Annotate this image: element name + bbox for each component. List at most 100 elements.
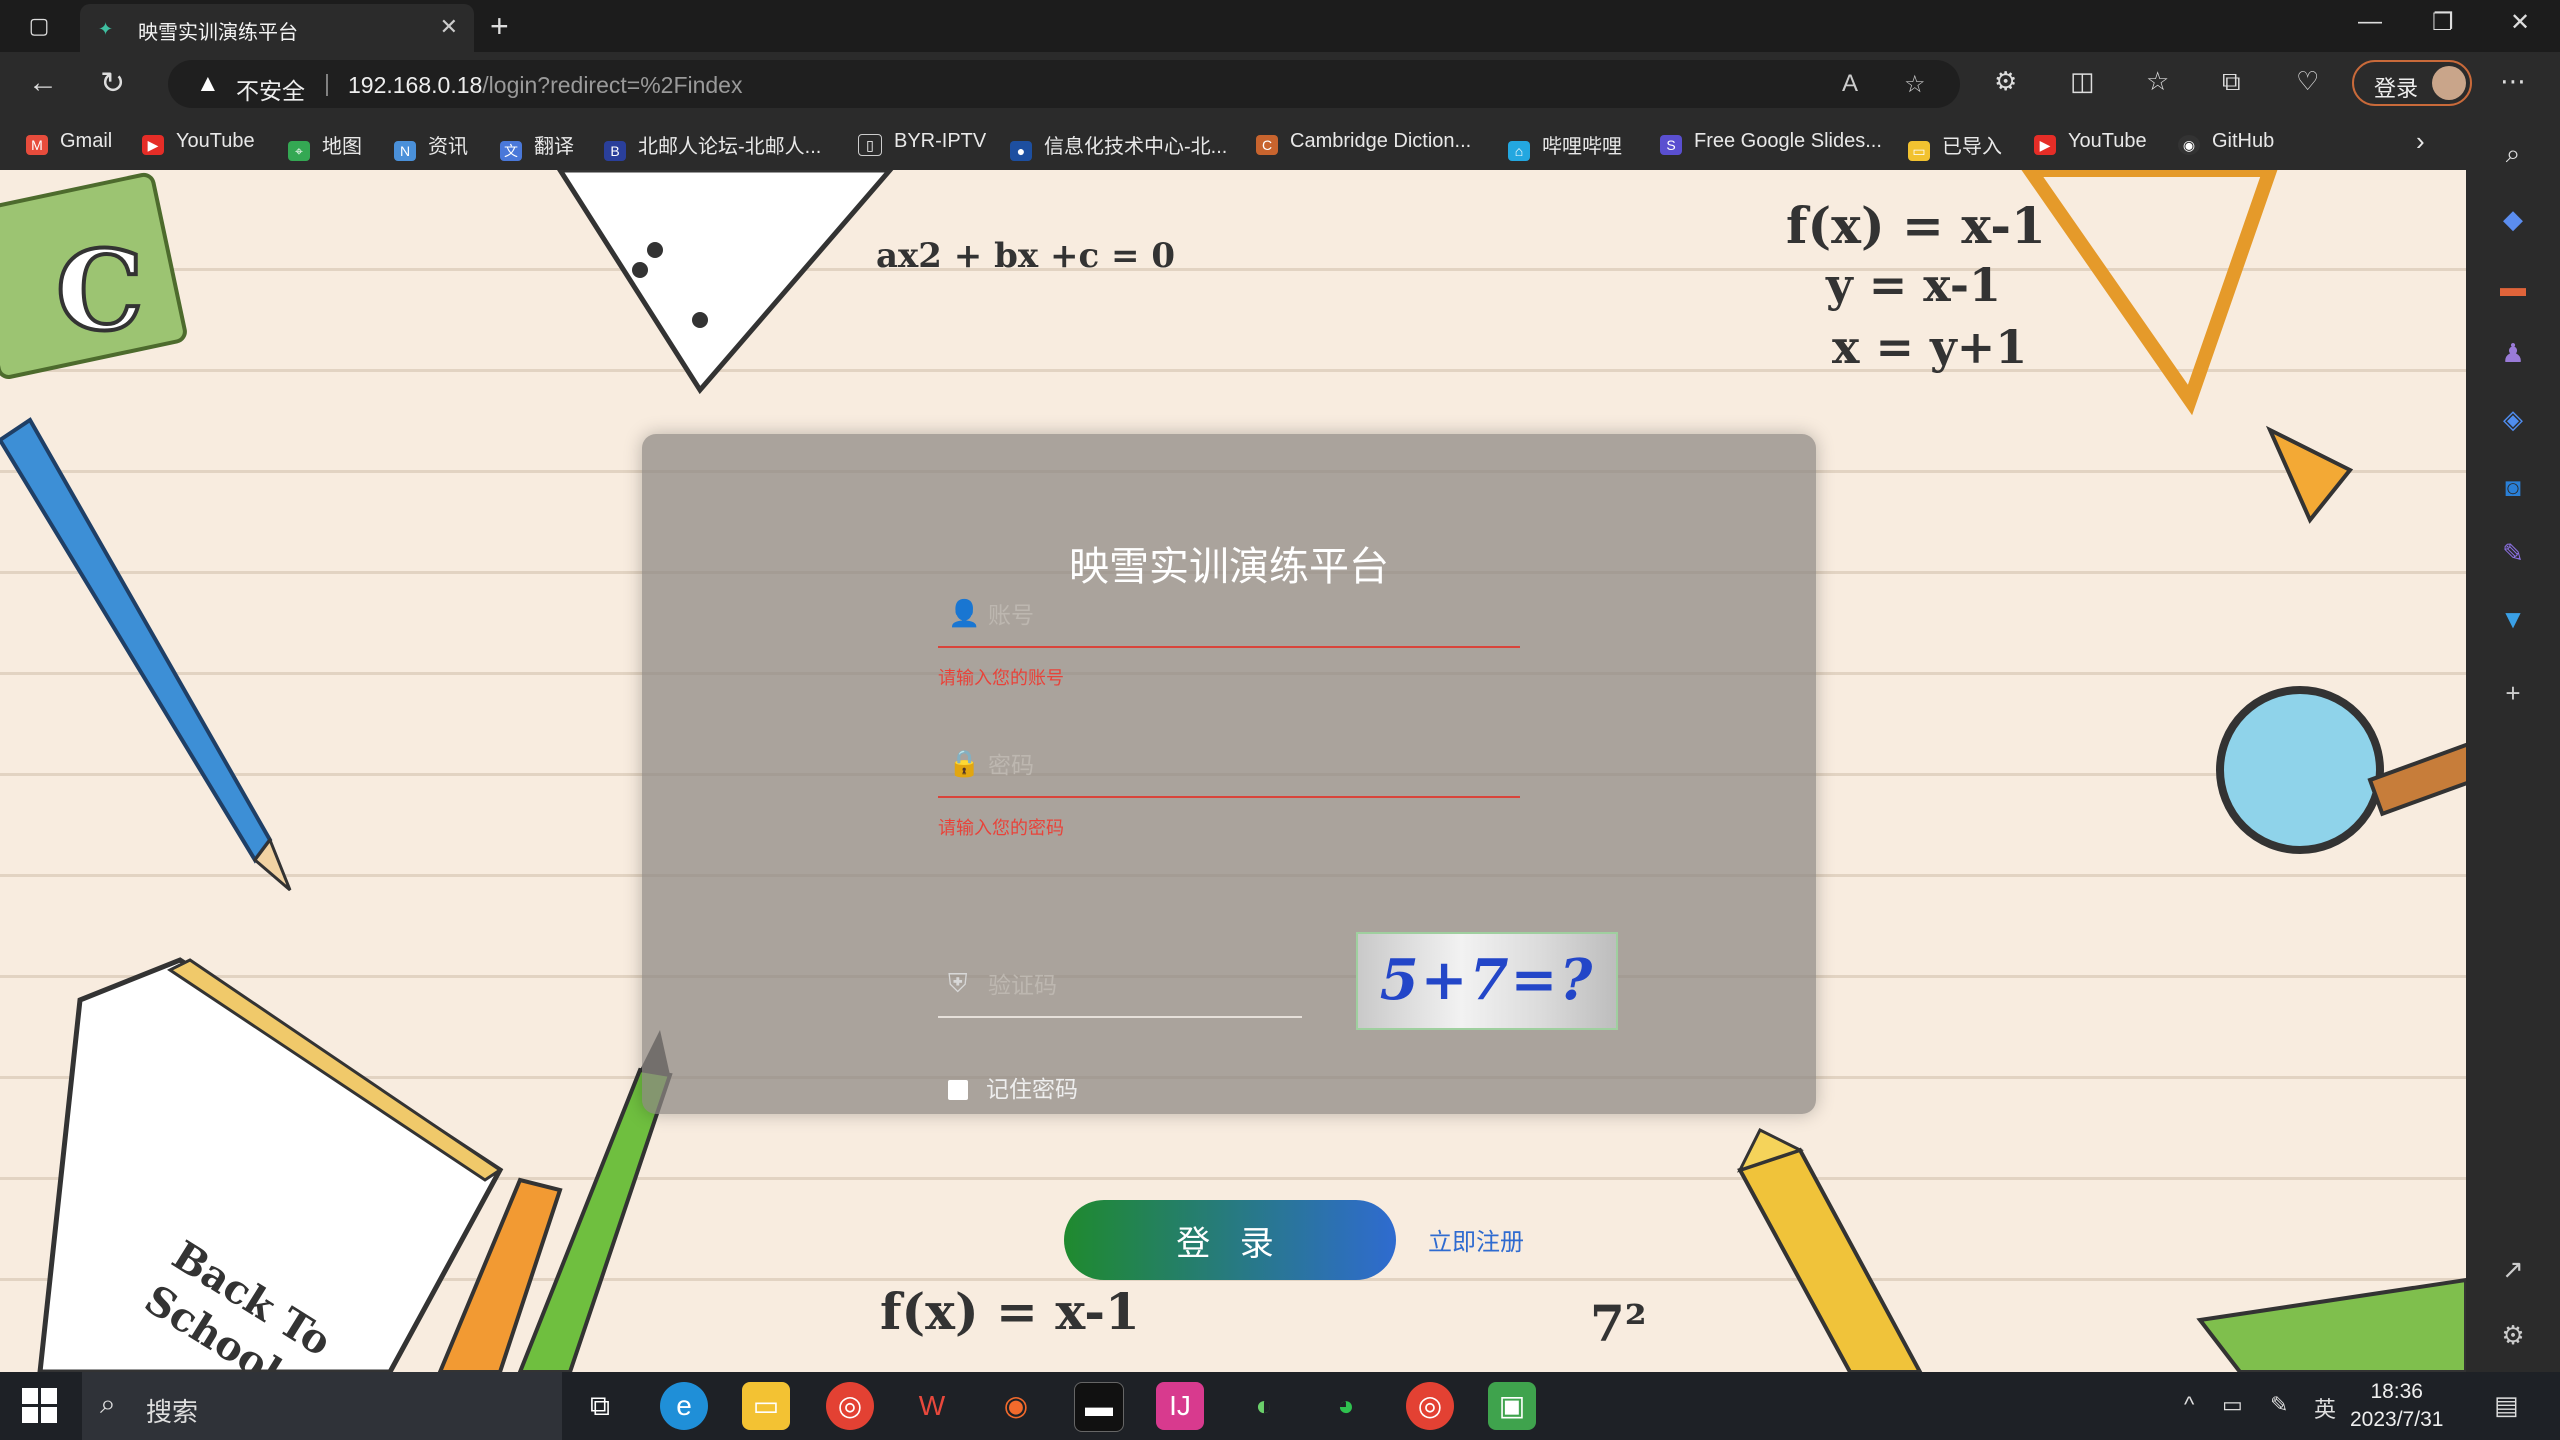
chrome-icon[interactable]: ◎: [826, 1382, 874, 1430]
user-icon: 👤: [948, 598, 981, 628]
notifications-icon[interactable]: ▤: [2494, 1390, 2519, 1421]
wechat-icon[interactable]: ◕: [1322, 1382, 1370, 1430]
search-icon[interactable]: ⌕: [2496, 136, 2530, 170]
shopping-tag-icon[interactable]: ◆: [2496, 202, 2530, 236]
url-path: /login?redirect=%2Findex: [482, 72, 743, 98]
bookmark-item[interactable]: N 资讯: [394, 130, 468, 161]
bookmark-label: BYR-IPTV: [894, 130, 987, 152]
url-host: 192.168.0.18: [348, 72, 483, 98]
jetbrains-icon[interactable]: IJ: [1156, 1382, 1204, 1430]
system-clock[interactable]: 18:36 2023/7/31: [2350, 1378, 2443, 1434]
tab-close-icon[interactable]: ✕: [440, 14, 458, 40]
bookmark-item[interactable]: ● 信息化技术中心-北...: [1010, 130, 1227, 161]
restore-icon[interactable]: ❐: [2432, 8, 2454, 37]
wps-office-icon[interactable]: W: [908, 1382, 956, 1430]
designer-icon[interactable]: ✎: [2496, 536, 2530, 570]
bilibili-icon: ⌂: [1508, 141, 1530, 161]
math-equation-text: f(x) = x-1: [1786, 196, 2046, 255]
split-screen-icon[interactable]: ◫: [2070, 66, 2095, 97]
pen-icon[interactable]: ✎: [2270, 1392, 2288, 1418]
taskbar-search-box[interactable]: ⌕ 搜索: [82, 1372, 562, 1440]
bookmark-label: 信息化技术中心-北...: [1044, 136, 1228, 158]
captcha-image[interactable]: 5+7=?: [1356, 932, 1618, 1030]
bookmark-item[interactable]: C Cambridge Diction...: [1256, 130, 1471, 155]
minimize-icon[interactable]: —: [2358, 8, 2382, 36]
login-button[interactable]: 登 录: [1064, 1200, 1396, 1280]
password-field[interactable]: 🔒: [938, 734, 1520, 798]
remember-password-checkbox[interactable]: 记住密码: [948, 1070, 1078, 1104]
copilot-icon[interactable]: ◈: [2496, 402, 2530, 436]
windows-start-icon[interactable]: [22, 1388, 58, 1424]
site-favicon-icon: ✦: [98, 19, 114, 39]
add-icon[interactable]: +: [2496, 676, 2530, 710]
read-aloud-icon[interactable]: A: [1842, 70, 1858, 98]
browser-essentials-icon[interactable]: ♡: [2296, 66, 2319, 97]
app-frog-icon[interactable]: ◐: [1240, 1382, 1288, 1430]
math-equation-text: x = y+1: [1832, 320, 2028, 374]
bookmark-label: 地图: [322, 136, 362, 158]
captcha-input[interactable]: [986, 966, 1290, 1004]
file-icon: ▯: [858, 134, 882, 156]
ime-indicator[interactable]: 英: [2314, 1392, 2336, 1424]
bookmark-item[interactable]: ▯ BYR-IPTV: [858, 130, 986, 156]
games-icon[interactable]: ♟: [2496, 336, 2530, 370]
bookmark-item[interactable]: ◉ GitHub: [2178, 130, 2274, 155]
app-swirl-icon[interactable]: ◉: [992, 1382, 1040, 1430]
close-window-icon[interactable]: ✕: [2510, 8, 2530, 37]
bookmark-item[interactable]: S Free Google Slides...: [1660, 130, 1882, 155]
login-page: ax2 + bx +c = 0 f(x) = x-1 y = x-1 x = y…: [0, 170, 2466, 1372]
bookmarks-overflow-chevron-icon[interactable]: ›: [2416, 126, 2425, 157]
youtube-icon: ▶: [142, 135, 164, 155]
checkbox-box[interactable]: [948, 1080, 968, 1100]
password-input[interactable]: [986, 746, 1510, 784]
collections-icon[interactable]: ⧉: [2222, 66, 2241, 98]
more-menu-icon[interactable]: ⋯: [2500, 66, 2526, 97]
bookmark-item[interactable]: ▶ YouTube: [2034, 130, 2147, 155]
bookmark-item[interactable]: ▭ 已导入: [1908, 130, 2002, 161]
terminal-icon[interactable]: ▬: [1074, 1382, 1124, 1432]
app-folder-icon[interactable]: ▣: [1488, 1382, 1536, 1430]
edge-browser-icon[interactable]: e: [660, 1382, 708, 1430]
math-equation-text: ax2 + bx +c = 0: [876, 236, 1176, 276]
tray-overflow-chevron-icon[interactable]: ^: [2184, 1392, 2194, 1418]
clock-date: 2023/7/31: [2350, 1408, 2444, 1431]
new-tab-button[interactable]: +: [490, 8, 509, 45]
task-view-icon[interactable]: ⧉: [576, 1382, 624, 1430]
active-tab[interactable]: ✦ 映雪实训演练平台 ✕: [80, 4, 474, 52]
file-explorer-icon[interactable]: ▭: [742, 1382, 790, 1430]
back-icon[interactable]: ←: [28, 66, 58, 100]
tools-icon[interactable]: ▬: [2496, 270, 2530, 304]
profile-button[interactable]: 登录: [2352, 60, 2472, 106]
bookmark-label: YouTube: [176, 130, 255, 152]
bookmark-label: Free Google Slides...: [1694, 130, 1882, 152]
maps-icon: ⌖: [288, 141, 310, 161]
bookmark-item[interactable]: ⌖ 地图: [288, 130, 362, 161]
account-error-text: 请输入您的账号: [938, 668, 1064, 688]
account-input[interactable]: [986, 596, 1510, 634]
drop-icon[interactable]: ▼: [2496, 602, 2530, 636]
windows-taskbar: ⌕ 搜索 ⧉ e ▭ ◎ W ◉ ▬ IJ ◐ ◕ ◎ ▣ ^ ▭ ✎ 英 18…: [0, 1372, 2560, 1440]
tab-actions-icon[interactable]: ▢: [22, 12, 56, 40]
remember-label: 记住密码: [986, 1076, 1078, 1102]
extensions-icon[interactable]: ⚙: [1994, 66, 2017, 97]
favorites-icon[interactable]: ☆: [2146, 66, 2169, 97]
captcha-field[interactable]: ⛨: [938, 954, 1302, 1018]
address-bar[interactable]: ▲ 不安全 | 192.168.0.18/login?redirect=%2Fi…: [168, 60, 1960, 108]
bookmark-item[interactable]: ▶ YouTube: [142, 130, 255, 155]
bookmark-item[interactable]: 文翻译: [500, 130, 574, 161]
battery-icon[interactable]: ▭: [2222, 1392, 2243, 1418]
settings-gear-icon[interactable]: ⚙: [2496, 1318, 2530, 1352]
bookmark-item[interactable]: B 北邮人论坛-北邮人...: [604, 130, 821, 161]
bookmark-item[interactable]: M Gmail: [26, 130, 112, 155]
favorite-star-icon[interactable]: ☆: [1904, 70, 1926, 99]
url-text[interactable]: 192.168.0.18/login?redirect=%2Findex: [348, 72, 742, 99]
account-field[interactable]: 👤: [938, 584, 1520, 648]
reload-icon[interactable]: ↻: [100, 66, 125, 101]
open-external-icon[interactable]: ↗: [2496, 1252, 2530, 1286]
browser-titlebar: ▢ ✦ 映雪实训演练平台 ✕ + — ❐ ✕: [0, 0, 2560, 52]
bookmark-label: 哔哩哔哩: [1542, 136, 1622, 158]
bookmark-item[interactable]: ⌂ 哔哩哔哩: [1508, 130, 1622, 161]
chrome-alt-icon[interactable]: ◎: [1406, 1382, 1454, 1430]
register-link[interactable]: 立即注册: [1428, 1222, 1524, 1257]
outlook-icon[interactable]: ◙: [2496, 470, 2530, 504]
